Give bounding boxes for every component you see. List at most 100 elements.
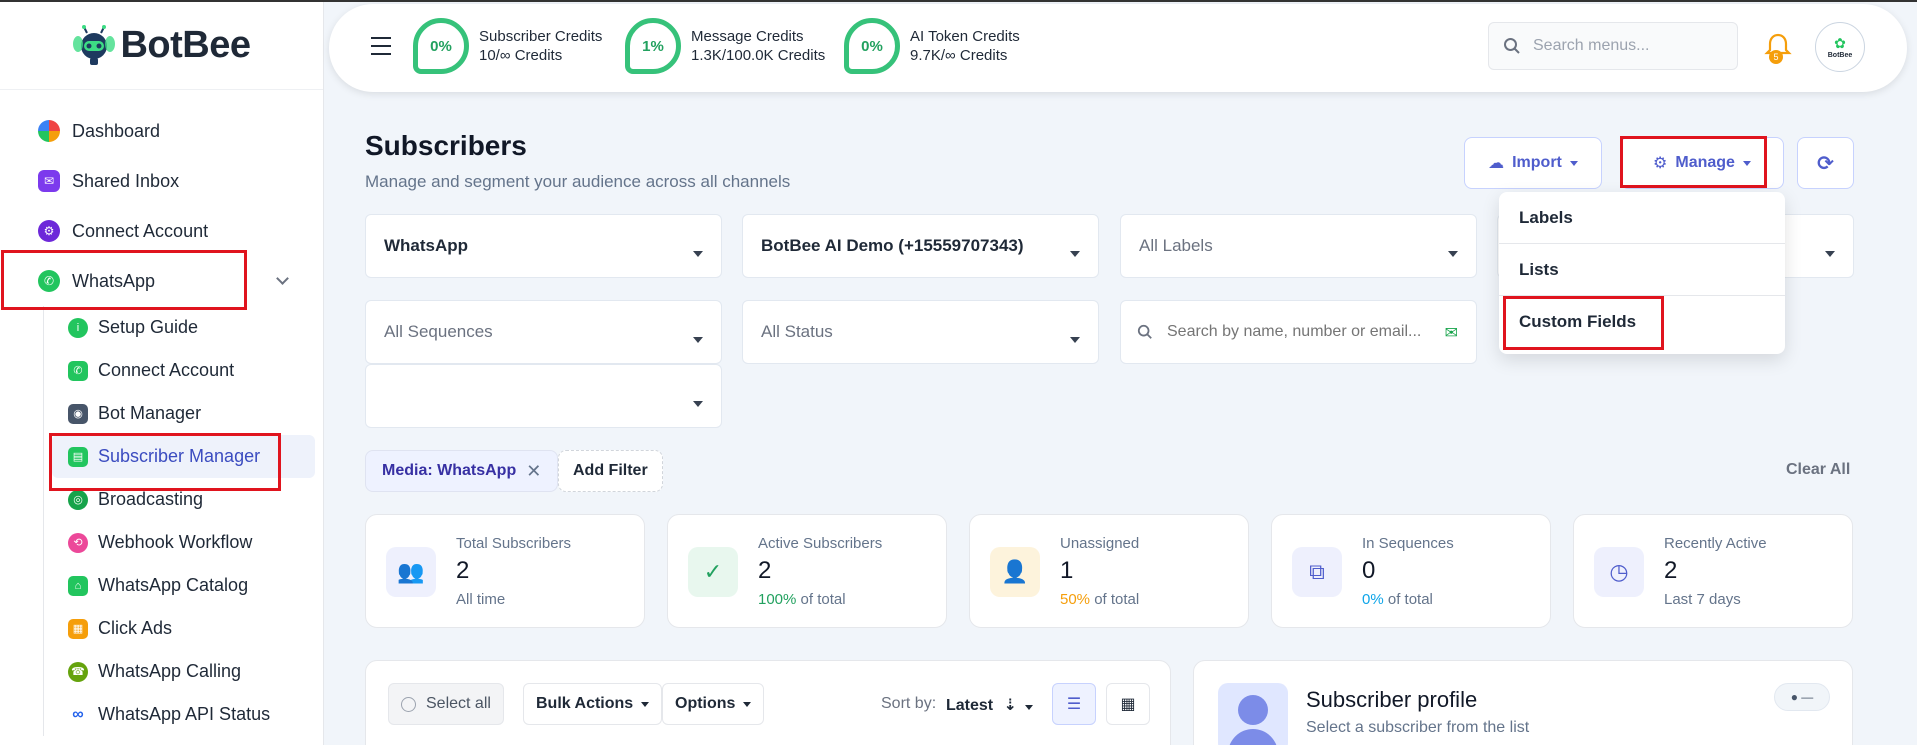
- credit-title: Message Credits: [691, 28, 804, 45]
- user-head-icon: [1238, 695, 1268, 725]
- sort-value: Latest: [946, 697, 994, 714]
- stat-foot-text: All time: [456, 591, 506, 608]
- account-select[interactable]: BotBee AI Demo (+15559707343): [742, 214, 1099, 278]
- email-icon: ✉: [1444, 325, 1458, 342]
- stat-label: Recently Active: [1664, 535, 1767, 552]
- stat-footer: All time: [456, 591, 505, 608]
- sidebar-item-label: Shared Inbox: [72, 170, 180, 191]
- page-subtitle: Manage and segment your audience across …: [365, 172, 791, 191]
- sidebar-nav: Dashboard ✉ Shared Inbox ⚙ Connect Accou…: [0, 90, 323, 736]
- sidebar-item-label: Dashboard: [72, 120, 161, 141]
- sidebar-item-label: Bot Manager: [98, 403, 202, 423]
- sort-by-label: Sort by:: [881, 695, 937, 712]
- hamburger-menu-icon[interactable]: [371, 37, 391, 61]
- stat-value: 2: [456, 557, 470, 584]
- refresh-button[interactable]: ⟳: [1797, 137, 1854, 189]
- caret-down-icon: [1070, 337, 1080, 343]
- sort-dropdown[interactable]: Latest ⇣: [946, 695, 1033, 715]
- search-icon: [1504, 38, 1520, 54]
- subscriber-credits: 0% Subscriber Credits 10/∞ Credits: [413, 18, 602, 74]
- select-all-label: Select all: [426, 695, 491, 712]
- subscriber-list-card: Select all Bulk Actions Options Sort by:…: [365, 660, 1171, 745]
- list-view-button[interactable]: ☰: [1052, 683, 1096, 725]
- stat-footer: 50% of total: [1060, 591, 1139, 608]
- sidebar-item-label: WhatsApp Calling: [98, 661, 242, 681]
- menu-search[interactable]: [1488, 22, 1738, 70]
- clock-icon: ◷: [1594, 547, 1644, 597]
- sequences-select[interactable]: All Sequences: [365, 300, 722, 364]
- grid-view-button[interactable]: ▦: [1106, 683, 1150, 725]
- caret-down-icon: [1070, 251, 1080, 257]
- active-filter-chip[interactable]: Media: WhatsApp ✕: [365, 450, 559, 492]
- sidebar-item-whatsapp[interactable]: ✆ WhatsApp: [0, 256, 323, 306]
- sidebar-item-label: Broadcasting: [98, 489, 204, 509]
- labels-select[interactable]: All Labels: [1120, 214, 1477, 278]
- account-select-value: BotBee AI Demo (+15559707343): [761, 236, 1024, 255]
- channel-select[interactable]: WhatsApp: [365, 214, 722, 278]
- sidebar-item-connect-account-wa[interactable]: ✆ Connect Account: [0, 349, 323, 392]
- ads-icon: ▦: [68, 618, 88, 639]
- sidebar-item-shared-inbox[interactable]: ✉ Shared Inbox: [0, 156, 323, 206]
- caret-down-icon: [693, 251, 703, 257]
- webhook-icon: ⟲: [68, 532, 88, 553]
- sidebar-item-label: Connect Account: [72, 220, 209, 241]
- close-icon[interactable]: ✕: [526, 461, 541, 482]
- whatsapp-submenu: i Setup Guide ✆ Connect Account ◉ Bot Ma…: [0, 306, 323, 736]
- notification-badge: 5: [1769, 50, 1783, 64]
- sidebar-item-broadcasting[interactable]: ◎ Broadcasting: [0, 478, 323, 521]
- search-menus-input[interactable]: [1533, 37, 1723, 55]
- sidebar-item-label: Setup Guide: [98, 317, 199, 337]
- sidebar-item-webhook-workflow[interactable]: ⟲ Webhook Workflow: [0, 521, 323, 564]
- chevron-down-icon[interactable]: [276, 272, 289, 285]
- sidebar-item-label: Connect Account: [98, 360, 235, 380]
- avatar[interactable]: ✿ BotBee: [1815, 22, 1865, 72]
- caret-down-icon: [693, 401, 703, 407]
- bulk-actions-label: Bulk Actions: [536, 695, 634, 712]
- brand-logo[interactable]: BotBee: [0, 2, 323, 90]
- profile-toggle[interactable]: ● —: [1774, 683, 1830, 711]
- sidebar-item-label: Webhook Workflow: [98, 532, 253, 552]
- channel-select-value: WhatsApp: [384, 236, 469, 255]
- import-label: Import: [1512, 154, 1562, 171]
- options-label: Options: [675, 695, 736, 712]
- bee-logo-icon: [72, 24, 116, 68]
- status-select[interactable]: All Status: [742, 300, 1099, 364]
- clear-all-link[interactable]: Clear All: [1786, 461, 1850, 479]
- caret-down-icon: [1742, 160, 1751, 166]
- stat-percent: 100%: [758, 591, 797, 608]
- menu-item-custom-fields[interactable]: Custom Fields: [1499, 296, 1785, 348]
- user-icon: 👤: [990, 547, 1040, 597]
- stat-footer: 0% of total: [1362, 591, 1433, 608]
- connect-account-icon: ⚙: [38, 220, 60, 242]
- sidebar-item-whatsapp-api-status[interactable]: ∞ WhatsApp API Status: [0, 693, 323, 736]
- add-filter-button[interactable]: Add Filter: [558, 450, 663, 492]
- import-button[interactable]: ☁ Import: [1464, 137, 1602, 189]
- sidebar-item-connect-account[interactable]: ⚙ Connect Account: [0, 206, 323, 256]
- sidebar-item-click-ads[interactable]: ▦ Click Ads: [0, 607, 323, 650]
- bulk-actions-button[interactable]: Bulk Actions: [523, 683, 663, 725]
- caret-down-icon: [1448, 251, 1458, 257]
- sidebar-item-dashboard[interactable]: Dashboard: [0, 106, 323, 156]
- sidebar-item-setup-guide[interactable]: i Setup Guide: [0, 306, 323, 349]
- menu-item-labels[interactable]: Labels: [1499, 192, 1785, 244]
- subscriber-icon: ▤: [68, 446, 88, 467]
- subscriber-search-input[interactable]: [1167, 323, 1427, 341]
- broadcast-icon: ◎: [68, 489, 88, 510]
- credit-progress-ring: 0%: [413, 18, 469, 74]
- extra-filter-select[interactable]: [365, 364, 722, 428]
- sidebar-item-whatsapp-catalog[interactable]: ⌂ WhatsApp Catalog: [0, 564, 323, 607]
- options-button[interactable]: Options: [662, 683, 765, 725]
- dashboard-icon: [38, 120, 60, 142]
- sidebar-item-bot-manager[interactable]: ◉ Bot Manager: [0, 392, 323, 435]
- sidebar-item-whatsapp-calling[interactable]: ☎ WhatsApp Calling: [0, 650, 323, 693]
- menu-item-lists[interactable]: Lists: [1499, 244, 1785, 296]
- grid-icon: ▦: [1120, 696, 1136, 713]
- select-all-checkbox[interactable]: Select all: [388, 683, 504, 725]
- profile-title: Subscriber profile: [1306, 687, 1478, 712]
- bee-logo-icon: ✿: [1834, 35, 1846, 51]
- sidebar-item-subscriber-manager[interactable]: ▤ Subscriber Manager: [52, 435, 315, 478]
- manage-button[interactable]: ⚙ Manage: [1620, 137, 1784, 189]
- refresh-icon: ⟳: [1817, 152, 1834, 175]
- subscriber-search[interactable]: ✉: [1120, 300, 1477, 364]
- whatsapp-icon: ✆: [68, 360, 88, 381]
